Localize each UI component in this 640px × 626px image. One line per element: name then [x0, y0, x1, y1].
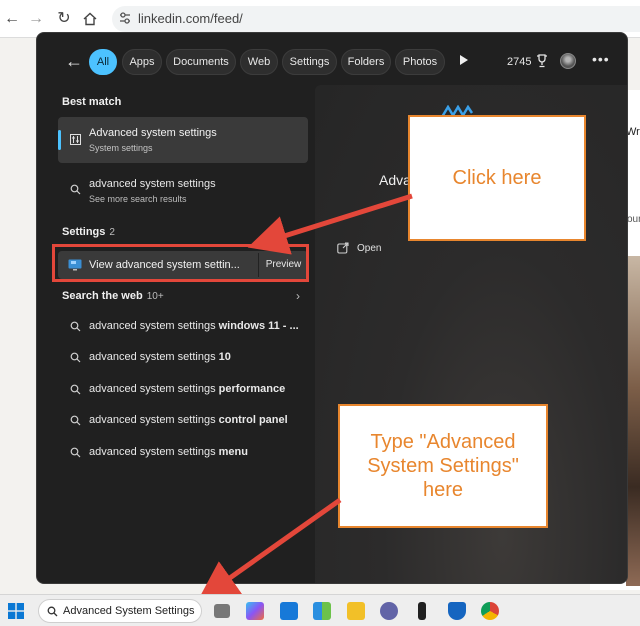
search-web-heading: Search the web 10+: [62, 290, 164, 302]
search-icon: [70, 184, 81, 195]
arrow-right-icon[interactable]: →: [26, 9, 46, 29]
folder-icon[interactable]: [347, 602, 365, 620]
best-match-subtitle: System settings: [89, 143, 153, 153]
home-icon[interactable]: [80, 9, 100, 29]
back-arrow-icon[interactable]: ←: [65, 51, 83, 72]
web-result[interactable]: advanced system settings menu: [58, 439, 308, 467]
open-icon[interactable]: [337, 242, 349, 254]
defender-icon[interactable]: [448, 602, 466, 620]
feed-photo: [626, 256, 640, 586]
mail-icon[interactable]: [280, 602, 298, 620]
terminal-icon[interactable]: [418, 602, 426, 620]
taskbar-search-input[interactable]: Advanced System Settings: [38, 599, 202, 623]
web-result-query: advanced system settings: [89, 414, 219, 426]
web-result-suggestion: control panel: [218, 414, 288, 426]
filter-all[interactable]: All: [89, 49, 117, 75]
copilot-icon[interactable]: [246, 602, 264, 620]
web-result[interactable]: advanced system settings 10: [58, 344, 308, 372]
filter-settings[interactable]: Settings: [282, 49, 337, 75]
settings-heading-label: Settings: [62, 226, 106, 238]
reload-icon[interactable]: ↻: [54, 9, 74, 29]
settings-count: 2: [109, 227, 115, 238]
web-result-query: advanced system settings: [89, 383, 219, 395]
site-info-icon[interactable]: [117, 10, 133, 26]
search-icon: [70, 384, 81, 395]
highlight-box: [52, 244, 309, 282]
web-result-suggestion: performance: [218, 383, 286, 395]
taskbar: Advanced System Settings: [0, 594, 640, 626]
more-results-title: advanced system settings: [89, 178, 216, 190]
web-result-query: advanced system settings: [89, 351, 219, 363]
search-icon: [70, 352, 81, 363]
web-result-query: advanced system settings: [89, 320, 219, 332]
chevron-right-icon[interactable]: ›: [296, 289, 300, 303]
filter-apps[interactable]: Apps: [122, 49, 162, 75]
avatar[interactable]: [560, 53, 576, 69]
web-result-suggestion: menu: [218, 446, 248, 458]
search-icon: [70, 321, 81, 332]
filter-photos[interactable]: Photos: [395, 49, 445, 75]
rewards-points: 2745: [507, 56, 532, 68]
url-text[interactable]: linkedin.com/feed/: [138, 11, 243, 26]
open-action[interactable]: Open: [357, 243, 381, 254]
best-match-result[interactable]: Advanced system settings System settings: [58, 117, 308, 163]
web-result-query: advanced system settings: [89, 446, 219, 458]
more-results-item[interactable]: advanced system settings See more search…: [58, 173, 308, 207]
search-icon: [70, 415, 81, 426]
page-snippet: our: [627, 214, 640, 225]
search-web-label: Search the web: [62, 290, 143, 302]
best-match-title: Advanced system settings: [89, 127, 217, 139]
web-result-suggestion: windows 11 - ...: [218, 320, 299, 332]
filter-folders[interactable]: Folders: [341, 49, 391, 75]
arrow-left-icon[interactable]: ←: [2, 9, 22, 29]
teams-icon[interactable]: [380, 602, 398, 620]
selection-indicator: [58, 130, 61, 150]
more-filters-play-icon[interactable]: [460, 55, 468, 65]
chrome-icon[interactable]: [481, 602, 499, 620]
search-icon: [70, 447, 81, 458]
web-result-text: advanced system settings menu: [89, 446, 248, 458]
search-web-count: 10+: [146, 291, 164, 302]
settings-sliders-icon: [70, 134, 81, 145]
click-here-callout: Click here: [408, 115, 586, 241]
web-result-text: advanced system settings control panel: [89, 414, 288, 426]
best-match-heading: Best match: [62, 96, 122, 108]
page-snippet: Wr: [626, 126, 640, 138]
search-icon: [47, 606, 58, 617]
task-view-icon[interactable]: [214, 604, 230, 618]
windows-start-icon[interactable]: [8, 603, 24, 619]
web-result[interactable]: advanced system settings windows 11 - ..…: [58, 313, 308, 341]
web-result-text: advanced system settings windows 11 - ..…: [89, 320, 299, 332]
web-result[interactable]: advanced system settings control panel: [58, 407, 308, 435]
web-result-text: advanced system settings 10: [89, 351, 231, 363]
filter-documents[interactable]: Documents: [166, 49, 236, 75]
web-result[interactable]: advanced system settings performance: [58, 376, 308, 404]
more-results-subtitle: See more search results: [89, 194, 187, 204]
web-result-suggestion: 10: [218, 351, 231, 363]
more-options-icon[interactable]: •••: [592, 51, 610, 67]
store-icon[interactable]: [313, 602, 331, 620]
web-result-text: advanced system settings performance: [89, 383, 285, 395]
trophy-icon[interactable]: [536, 54, 548, 68]
type-here-callout: Type "Advanced System Settings" here: [338, 404, 548, 528]
taskbar-search-value[interactable]: Advanced System Settings: [63, 605, 194, 617]
settings-heading: Settings 2: [62, 226, 115, 238]
filter-web[interactable]: Web: [240, 49, 278, 75]
preview-title: Adva: [379, 172, 411, 188]
